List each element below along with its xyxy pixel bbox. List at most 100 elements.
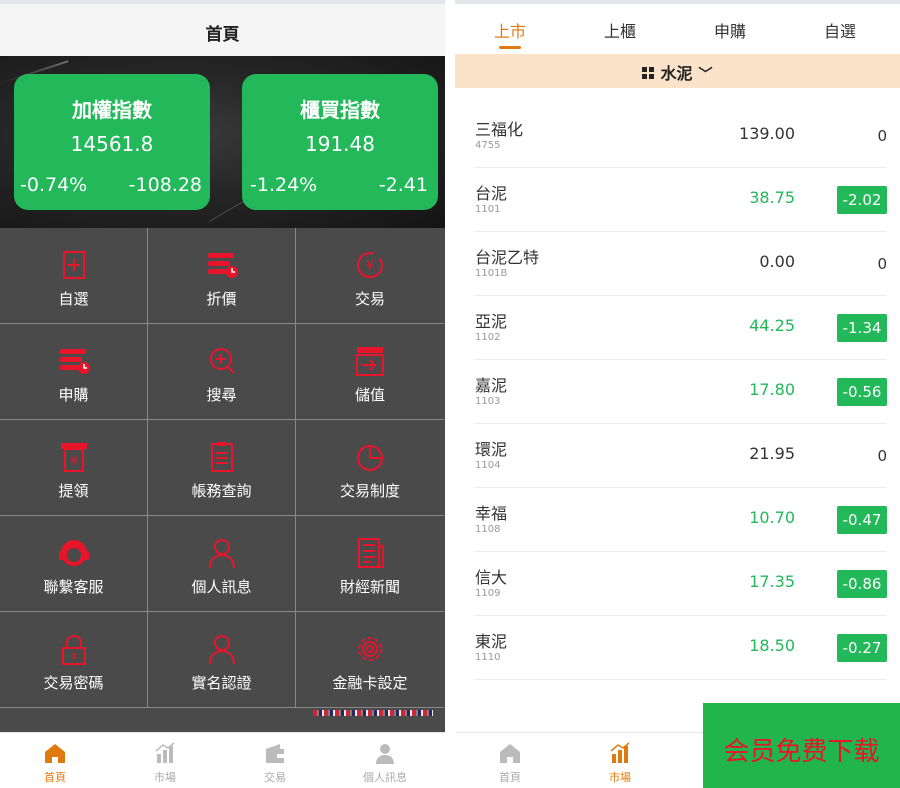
menu-item-ledger[interactable]: 帳務查詢 (148, 420, 296, 516)
menu-item-customer-service[interactable]: 聯繫客服 (0, 516, 148, 612)
stock-code: 1101B (475, 268, 508, 279)
grid-icon (642, 66, 655, 79)
index-value: 191.48 (305, 132, 375, 156)
stock-row[interactable]: 亞泥 1102 44.25 -1.34 (475, 296, 887, 360)
tab-label: 自選 (823, 22, 856, 41)
page-title: 首頁 (205, 25, 240, 45)
menu-item-discount[interactable]: 折價 (148, 228, 296, 324)
stock-price: 0.00 (759, 252, 795, 271)
menu-item-label: 交易 (354, 290, 385, 308)
menu-item-deposit[interactable]: 儲值 (296, 324, 444, 420)
profile-icon (376, 744, 394, 764)
stock-price: 17.80 (749, 380, 795, 399)
menu-item-real-name-verify[interactable]: 實名認證 (148, 612, 296, 708)
stock-row[interactable]: 東泥 1110 18.50 -0.27 (475, 616, 887, 680)
tab-home[interactable]: 首頁 (0, 733, 110, 788)
category-selector[interactable]: 水泥 ﹀ (455, 54, 900, 88)
tab-otc[interactable]: 上櫃 (565, 18, 675, 42)
menu-item-trading-rules[interactable]: 交易制度 (296, 420, 444, 516)
chevron-down-icon: ﹀ (698, 67, 713, 83)
stock-row[interactable]: 三福化 4755 139.00 0 (475, 104, 887, 168)
tab-market[interactable]: 市場 (110, 733, 220, 788)
index-value: 14561.8 (70, 132, 154, 156)
tab-label: 上櫃 (603, 22, 636, 41)
stock-code: 1103 (475, 396, 501, 407)
svg-text:¥: ¥ (70, 454, 78, 468)
menu-item-label: 個人訊息 (191, 578, 252, 596)
stock-code: 1110 (475, 652, 501, 663)
stock-name: 環泥 (475, 440, 508, 459)
stock-change-badge: -0.27 (837, 634, 887, 662)
stock-price: 44.25 (749, 316, 795, 335)
tab-market[interactable]: 市場 (565, 733, 675, 788)
deposit-icon (356, 347, 384, 376)
menu-item-personal-info[interactable]: 個人訊息 (148, 516, 296, 612)
stock-row[interactable]: 台泥乙特 1101B 0.00 0 (475, 232, 887, 296)
menu-item-favorites[interactable]: 自選 (0, 228, 148, 324)
promo-banner[interactable]: 会员免费下载 (703, 703, 900, 788)
discount-stack-icon (207, 253, 238, 278)
ledger-icon (210, 442, 233, 472)
index-name: 加權指數 (72, 98, 152, 122)
stock-name: 嘉泥 (475, 376, 508, 395)
tab-watchlist[interactable]: 自選 (785, 18, 895, 42)
menu-item-search[interactable]: 搜尋 (148, 324, 296, 420)
category-label: 水泥 (660, 64, 693, 83)
stock-row[interactable]: 台泥 1101 38.75 -2.02 (475, 168, 887, 232)
home-screen: 首頁 加權指數 14561.8 -0.74% -108.28 櫃買指數 191.… (0, 0, 445, 788)
stock-name: 東泥 (475, 632, 508, 651)
wallet-icon (266, 744, 284, 763)
menu-item-label: 提領 (58, 482, 89, 500)
yuan-coin-icon: ¥ (357, 252, 383, 278)
menu-item-bank-card-settings[interactable]: 金融卡設定 (296, 612, 444, 708)
stock-row[interactable]: 嘉泥 1103 17.80 -0.56 (475, 360, 887, 424)
tab-label: 申購 (713, 22, 746, 41)
menu-item-label: 實名認證 (191, 674, 252, 692)
stock-name: 亞泥 (475, 312, 508, 331)
home-icon (500, 744, 520, 763)
stock-code: 1109 (475, 588, 501, 599)
stock-name: 信大 (475, 568, 508, 587)
market-chart-icon (155, 742, 175, 763)
add-favorite-icon (62, 251, 85, 279)
stock-price: 21.95 (749, 444, 795, 463)
banner-image (313, 710, 433, 716)
menu-item-withdraw[interactable]: ¥ 提領 (0, 420, 148, 516)
tab-listed[interactable]: 上市 (455, 18, 565, 49)
tab-label: 市場 (609, 771, 631, 784)
tab-home[interactable]: 首頁 (455, 733, 565, 788)
market-screen: 上市 上櫃 申購 自選 水泥 ﹀ 三福化 4755 139.00 0 台泥 110… (455, 0, 900, 788)
tab-profile[interactable]: 個人訊息 (330, 733, 440, 788)
menu-item-subscribe[interactable]: 申購 (0, 324, 148, 420)
function-menu-grid: 自選 折價 ¥ 交易 申購 搜尋 儲值 ¥ 提領 帳務查詢 交易制度 聯繫客服 … (0, 228, 445, 708)
menu-item-label: 交易密碼 (43, 674, 104, 692)
tab-label: 交易 (264, 771, 286, 784)
stock-change-badge: -2.02 (837, 186, 887, 214)
promo-text: 会员免费下载 (723, 737, 880, 767)
user-verify-icon (208, 635, 235, 665)
tab-label: 上市 (493, 22, 526, 41)
market-chart-icon (610, 742, 630, 763)
index-change: -2.41 (378, 174, 428, 196)
stock-change: 0 (877, 127, 887, 145)
active-tab-underline (499, 46, 521, 49)
stock-row[interactable]: 環泥 1104 21.95 0 (475, 424, 887, 488)
tab-subscribe[interactable]: 申購 (675, 18, 785, 42)
stock-row[interactable]: 信大 1109 17.35 -0.86 (475, 552, 887, 616)
menu-item-label: 交易制度 (339, 482, 400, 500)
menu-item-label: 搜尋 (206, 386, 237, 404)
menu-item-trade[interactable]: ¥ 交易 (296, 228, 444, 324)
menu-item-label: 申購 (58, 386, 89, 404)
index-card-otc[interactable]: 櫃買指數 191.48 -1.24% -2.41 (242, 74, 438, 210)
tab-label: 首頁 (44, 771, 66, 784)
customer-service-icon (58, 540, 89, 566)
stock-row[interactable]: 幸福 1108 10.70 -0.47 (475, 488, 887, 552)
menu-item-trade-password[interactable]: 交易密碼 (0, 612, 148, 708)
menu-item-news[interactable]: 財經新聞 (296, 516, 444, 612)
tab-label: 首頁 (499, 771, 521, 784)
index-card-taiex[interactable]: 加權指數 14561.8 -0.74% -108.28 (14, 74, 210, 210)
stock-change: 0 (877, 255, 887, 273)
home-header: 首頁 (0, 0, 445, 56)
stock-code: 1101 (475, 204, 501, 215)
tab-trade[interactable]: 交易 (220, 733, 330, 788)
